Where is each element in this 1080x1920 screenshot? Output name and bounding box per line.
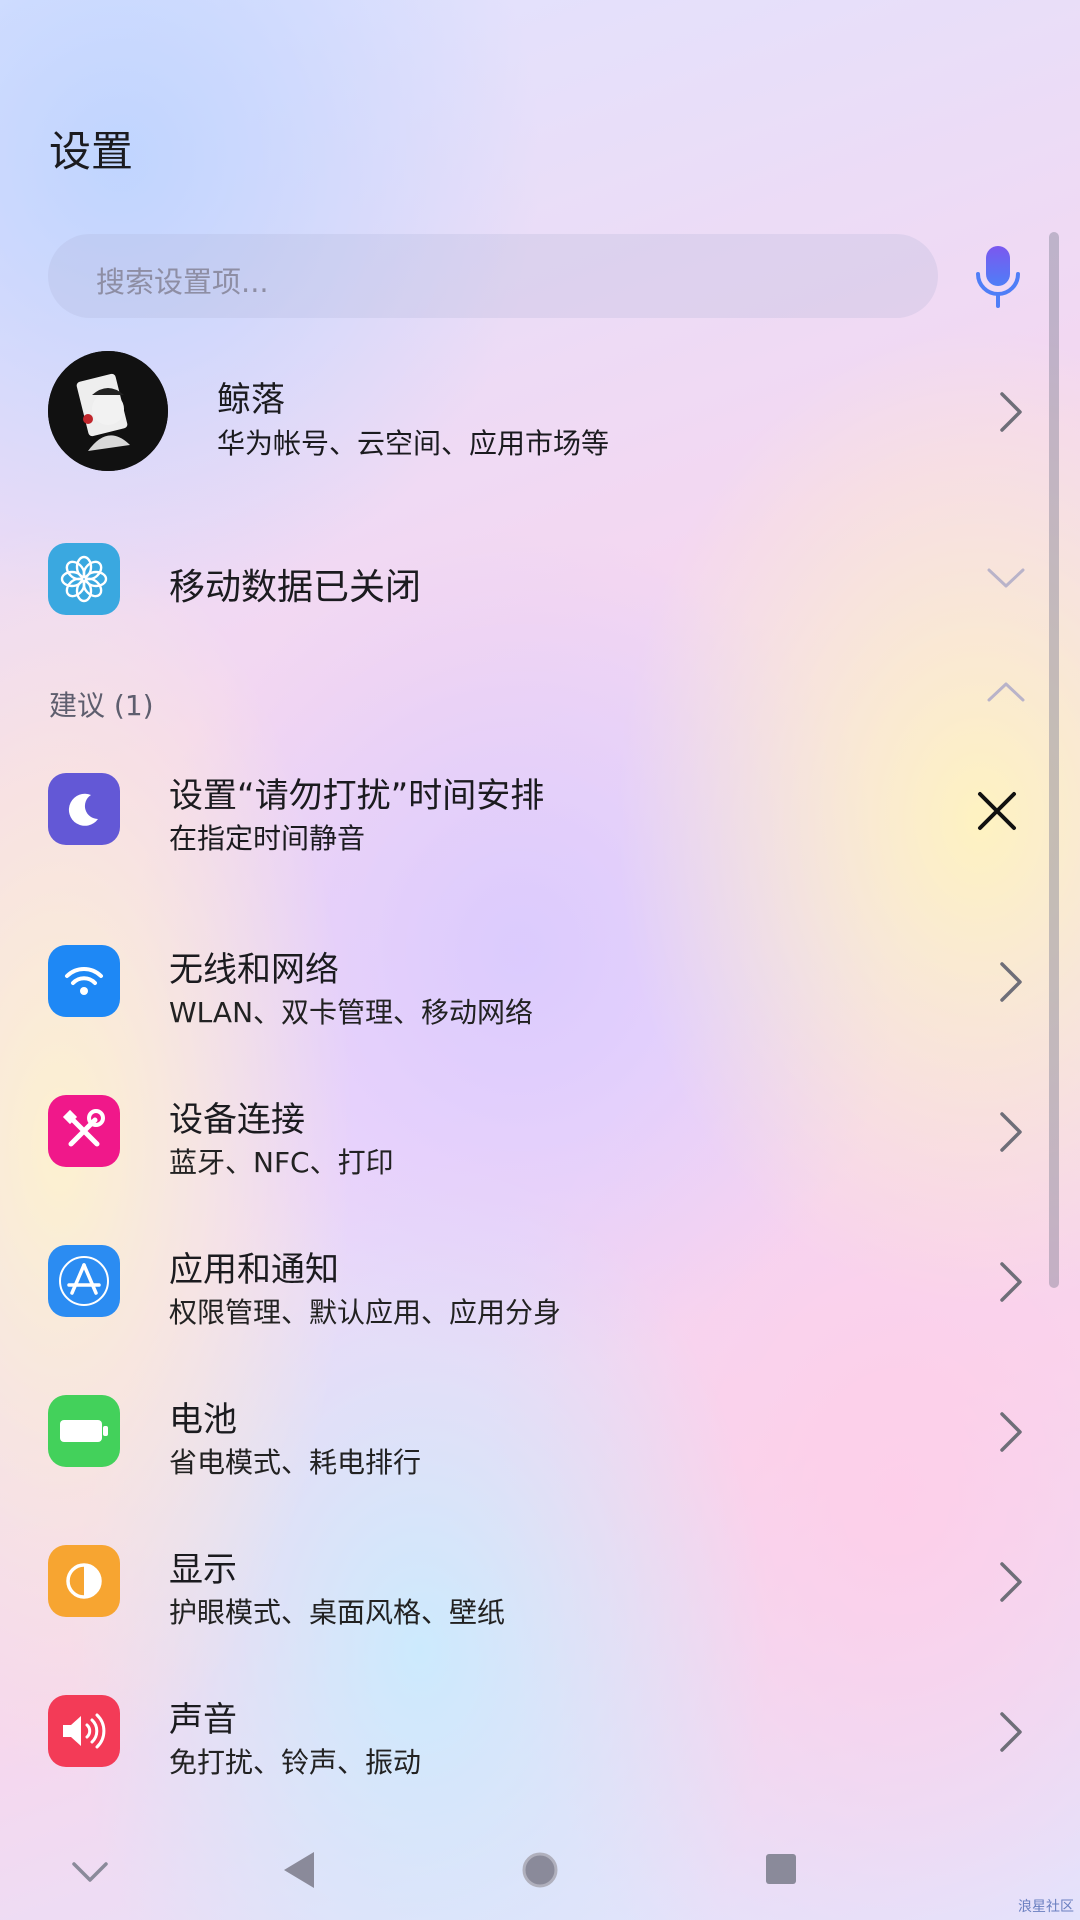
search-input[interactable]: 搜索设置项...: [48, 234, 938, 318]
dnd-suggestion-subtitle: 在指定时间静音: [169, 822, 366, 855]
account-row[interactable]: 鲸落 华为帐号、云空间、应用市场等: [0, 340, 1040, 480]
settings-item-subtitle: 免打扰、铃声、振动: [169, 1746, 422, 1779]
settings-item-title: 设备连接: [169, 1100, 305, 1140]
moon-icon: [48, 773, 120, 845]
settings-item-subtitle: 省电模式、耗电排行: [169, 1446, 422, 1479]
chevron-right-icon: [1000, 1712, 1022, 1752]
dnd-suggestion-title: 设置“请勿打扰”时间安排: [169, 776, 545, 816]
app-store-icon: [48, 1245, 120, 1317]
settings-item[interactable]: 设备连接蓝牙、NFC、打印: [0, 1084, 1040, 1214]
chevron-right-icon: [1000, 1562, 1022, 1602]
navigation-bar: [0, 1820, 1080, 1920]
display-icon: [48, 1545, 120, 1617]
settings-item[interactable]: 无线和网络 WLAN、双卡管理、移动网络: [0, 934, 1040, 1064]
chevron-down-icon[interactable]: [986, 566, 1026, 590]
settings-item-subtitle: 蓝牙、NFC、打印: [169, 1146, 394, 1179]
mobile-data-icon: [48, 543, 120, 615]
account-name: 鲸落: [217, 380, 285, 420]
settings-item-title: 无线和网络: [169, 950, 339, 990]
dismiss-close-icon[interactable]: [976, 790, 1018, 832]
settings-item-subtitle: WLAN、双卡管理、移动网络: [169, 996, 534, 1029]
search-placeholder: 搜索设置项...: [96, 265, 269, 299]
watermark: 浪星社区: [1018, 1899, 1074, 1915]
settings-item-title: 显示: [169, 1550, 237, 1590]
dnd-suggestion-row[interactable]: 设置“请勿打扰”时间安排 在指定时间静音: [0, 760, 1040, 890]
mobile-data-label: 移动数据已关闭: [169, 567, 422, 608]
scrollbar[interactable]: [1049, 232, 1059, 1288]
account-subtitle: 华为帐号、云空间、应用市场等: [217, 427, 610, 460]
microphone-icon[interactable]: [972, 244, 1024, 308]
speaker-icon: [48, 1695, 120, 1767]
settings-item[interactable]: 声音免打扰、铃声、振动: [0, 1684, 1040, 1814]
suggestions-section-label: 建议 (1): [49, 689, 154, 722]
nav-back-icon[interactable]: [282, 1850, 316, 1890]
mobile-data-row[interactable]: 移动数据已关闭: [0, 530, 1040, 630]
settings-item-title: 声音: [169, 1700, 237, 1740]
settings-item-subtitle: 护眼模式、桌面风格、壁纸: [169, 1596, 506, 1629]
tools-icon: [48, 1095, 120, 1167]
nav-home-icon[interactable]: [520, 1850, 560, 1890]
settings-item[interactable]: 显示护眼模式、桌面风格、壁纸: [0, 1534, 1040, 1664]
chevron-right-icon: [1000, 962, 1022, 1002]
nav-collapse-icon[interactable]: [70, 1860, 110, 1884]
avatar: [48, 351, 168, 471]
nav-recents-icon[interactable]: [764, 1852, 798, 1886]
chevron-up-icon[interactable]: [986, 680, 1026, 704]
page-title: 设置: [49, 127, 134, 176]
chevron-right-icon: [1000, 1112, 1022, 1152]
settings-item[interactable]: 电池省电模式、耗电排行: [0, 1384, 1040, 1514]
settings-item[interactable]: 应用和通知权限管理、默认应用、应用分身: [0, 1234, 1040, 1364]
battery-icon: [48, 1395, 120, 1467]
settings-item-subtitle: 权限管理、默认应用、应用分身: [169, 1296, 562, 1329]
chevron-right-icon: [1000, 392, 1022, 432]
chevron-right-icon: [1000, 1412, 1022, 1452]
wifi-icon: [48, 945, 120, 1017]
chevron-right-icon: [1000, 1262, 1022, 1302]
settings-item-title: 电池: [169, 1400, 237, 1440]
settings-item-title: 应用和通知: [169, 1250, 339, 1290]
